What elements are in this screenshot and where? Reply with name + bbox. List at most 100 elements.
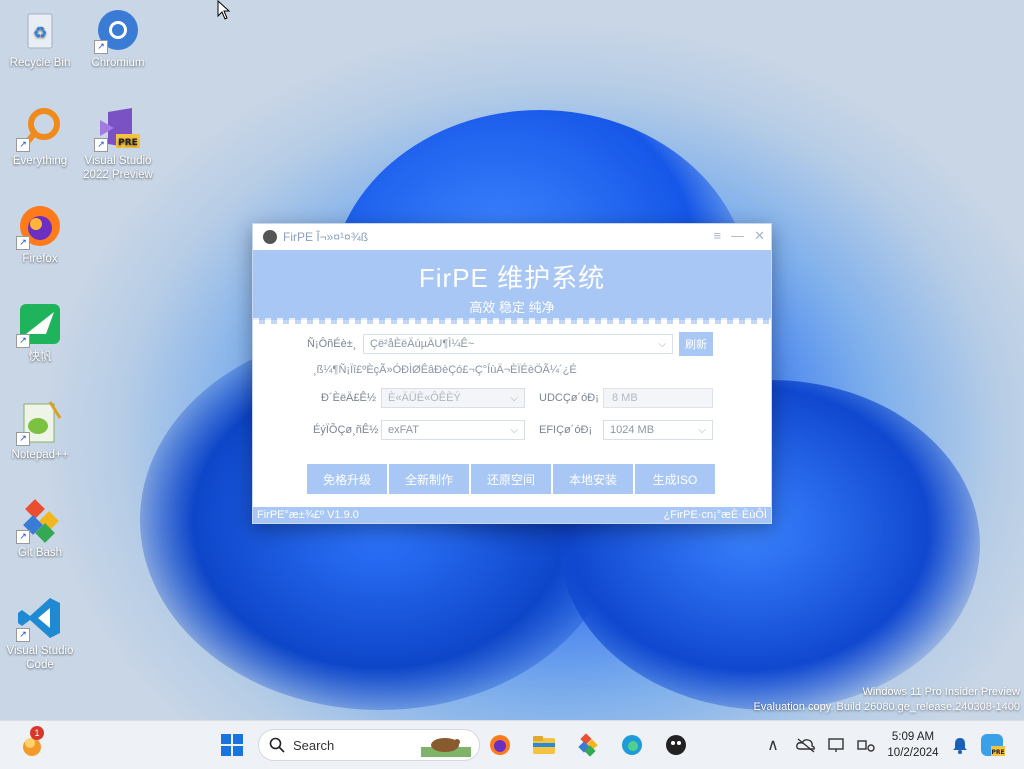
taskbar-firpe[interactable] (660, 729, 692, 761)
desktop-icon-label: Firefox (22, 253, 58, 265)
desktop-icon-label: Visual Studio 2022 Preview (83, 155, 153, 181)
desktop-icon-firefox[interactable]: ↗ Firefox (0, 202, 80, 266)
notifications-button[interactable] (944, 729, 976, 761)
search-placeholder: Search (293, 737, 335, 753)
notification-badge: 1 (30, 726, 44, 740)
efi-size-label: EFIÇø´óÐ¡ (539, 424, 593, 436)
desktop-icon-label: Git Bash (17, 547, 63, 559)
clock-time: 5:09 AM (891, 731, 935, 743)
chevron-up-icon[interactable]: ∧ (762, 735, 784, 755)
search-icon (269, 737, 285, 753)
taskbar-search-box[interactable]: Search (258, 729, 480, 761)
app-logo-icon (263, 230, 277, 244)
local-install-button[interactable]: 本地安装 (553, 464, 633, 494)
svg-text:♻: ♻ (33, 23, 47, 42)
device-select[interactable]: Çë²åÈëÄúµÄU¶Ì¼Ê~ ⌵ (363, 334, 673, 354)
kuaifan-icon: ↗ (16, 300, 64, 348)
desktop-icon-vscode[interactable]: ↗ Visual Studio Code (0, 594, 80, 672)
shortcut-arrow-icon: ↗ (16, 628, 30, 642)
edge-icon (622, 735, 642, 755)
desktop-icon-label: Visual Studio Code (6, 645, 74, 671)
efi-size-value: 1024 MB (610, 424, 655, 436)
taskbar-edge[interactable] (616, 729, 648, 761)
cloud-offline-icon[interactable] (796, 737, 816, 753)
firefox-icon: ↗ (16, 202, 64, 250)
windows-logo-icon (221, 734, 243, 756)
upgrade-button[interactable]: 免格升级 (307, 464, 387, 494)
shortcut-arrow-icon: ↗ (16, 530, 30, 544)
desktop-icon-visual-studio[interactable]: PRE ↗ Visual Studio 2022 Preview (78, 104, 158, 182)
desktop-icon-label: Everything (12, 155, 68, 167)
shortcut-arrow-icon: ↗ (16, 236, 30, 250)
desktop-icon-label: 快帆 (28, 351, 52, 363)
shortcut-arrow-icon: ↗ (94, 40, 108, 54)
taskbar-git-app[interactable] (572, 729, 604, 761)
desktop-icon-kuaifan[interactable]: ↗ 快帆 (0, 300, 80, 364)
window-footer: FirPE°æ±¾£º V1.9.0 ¿FirPE·cn¡°æÈ·ÈùÔÌ (253, 507, 771, 523)
banner-title: FirPE 维护系统 (418, 263, 606, 293)
desktop-icon-label: Notepad++ (11, 449, 69, 461)
watermark-line2: Evaluation copy. Build 26080.ge_release.… (753, 701, 1020, 713)
device-label: Ñ¡ÔñÉè±¸ (307, 338, 357, 350)
desktop-icon-chromium[interactable]: ↗ Chromium (78, 6, 158, 70)
mouse-cursor-icon (217, 0, 231, 20)
visual-studio-icon: PRE ↗ (94, 104, 142, 152)
refresh-button[interactable]: 刷新 (679, 332, 713, 356)
desktop-icon-notepad-plus-plus[interactable]: ↗ Notepad++ (0, 398, 80, 462)
firpe-app-icon (666, 735, 686, 755)
install-mode-value: È«ÄÜÈ«ÔÊÈÝ (388, 392, 461, 404)
close-icon[interactable]: ✕ (754, 228, 765, 244)
svg-text:PRE: PRE (118, 138, 138, 148)
taskbar-file-explorer[interactable] (528, 729, 560, 761)
chevron-down-icon: ⌵ (698, 424, 706, 436)
desktop-icon-everything[interactable]: ↗ Everything (0, 104, 80, 168)
display-icon[interactable] (828, 737, 848, 753)
action-buttons: 免格升级 全新制作 还原空间 本地安装 生成ISO (307, 464, 715, 494)
install-mode-select[interactable]: È«ÄÜÈ«ÔÊÈÝ ⌵ (381, 388, 525, 408)
notepad-plus-plus-icon: ↗ (16, 398, 64, 446)
restore-space-button[interactable]: 还原空间 (471, 464, 551, 494)
shortcut-arrow-icon: ↗ (16, 334, 30, 348)
filesystem-label: ÉýÏÕÇø¸ñÊ½ (313, 424, 379, 436)
svg-text:PRE: PRE (991, 749, 1004, 756)
network-icon[interactable] (856, 737, 876, 753)
desktop-icon-git-bash[interactable]: ↗ Git Bash (0, 496, 80, 560)
firpe-window[interactable]: FirPE Î¬»¤¹¤¾ß ≡ — ✕ FirPE 维护系统 高效 稳定 纯净… (252, 223, 772, 524)
chevron-down-icon: ⌵ (510, 392, 518, 404)
udc-size-label: UDCÇø´óÐ¡ (539, 392, 599, 404)
system-tray: ∧ (762, 721, 876, 769)
desktop-icon-recycle-bin[interactable]: ♻ Recycle Bin (0, 6, 80, 70)
taskbar-clock[interactable]: 5:09 AM 10/2/2024 (880, 729, 946, 761)
window-title: FirPE Î¬»¤¹¤¾ß (283, 230, 369, 244)
taskbar-firefox[interactable] (484, 729, 516, 761)
start-button[interactable] (216, 729, 248, 761)
firefox-icon (490, 735, 510, 755)
filesystem-select[interactable]: exFAT ⌵ (381, 420, 525, 440)
window-titlebar[interactable]: FirPE Î¬»¤¹¤¾ß ≡ — ✕ (253, 224, 771, 250)
banner-subtitle: 高效 稳定 纯净 (469, 300, 555, 315)
new-build-button[interactable]: 全新制作 (389, 464, 469, 494)
website-link[interactable]: ¿FirPE·cn¡°æÈ·ÈùÔÌ (664, 509, 767, 521)
version-text: FirPE°æ±¾£º V1.9.0 (257, 509, 359, 521)
recycle-bin-icon: ♻ (16, 6, 64, 54)
taskbar: Search ∧ 5:09 AM 10/2/2024 PRE (0, 720, 1024, 769)
device-select-value: Çë²åÈëÄúµÄU¶Ì¼Ê~ (370, 338, 475, 350)
app-banner: FirPE 维护系统 高效 稳定 纯净 (253, 250, 771, 324)
watermark-line1: Windows 11 Pro Insider Preview (862, 686, 1020, 698)
evaluation-watermark: Windows 11 Pro Insider Preview Evaluatio… (754, 685, 1020, 715)
shortcut-arrow-icon: ↗ (94, 138, 108, 152)
shortcut-arrow-icon: ↗ (16, 138, 30, 152)
folder-icon (533, 736, 555, 754)
everything-search-icon: ↗ (16, 104, 64, 152)
copilot-button[interactable]: PRE (976, 729, 1008, 761)
bell-icon (953, 738, 967, 754)
efi-size-select[interactable]: 1024 MB ⌵ (603, 420, 713, 440)
udc-size-input[interactable]: 8 MB (603, 388, 713, 408)
menu-icon[interactable]: ≡ (714, 228, 722, 244)
advanced-options-hint: ¸ß¼¶Ñ¡Ïî£ºÈçÃ»ÓÐÌØÊâÐèÇó£¬Ç°ÍùÄ¬ÈÏÉèÖÃ¼´… (313, 364, 577, 376)
minimize-icon[interactable]: — (731, 228, 744, 244)
desktop-icon-label: Recycle Bin (9, 57, 71, 69)
git-bash-icon (578, 733, 598, 757)
filesystem-value: exFAT (388, 424, 419, 436)
generate-iso-button[interactable]: 生成ISO (635, 464, 715, 494)
